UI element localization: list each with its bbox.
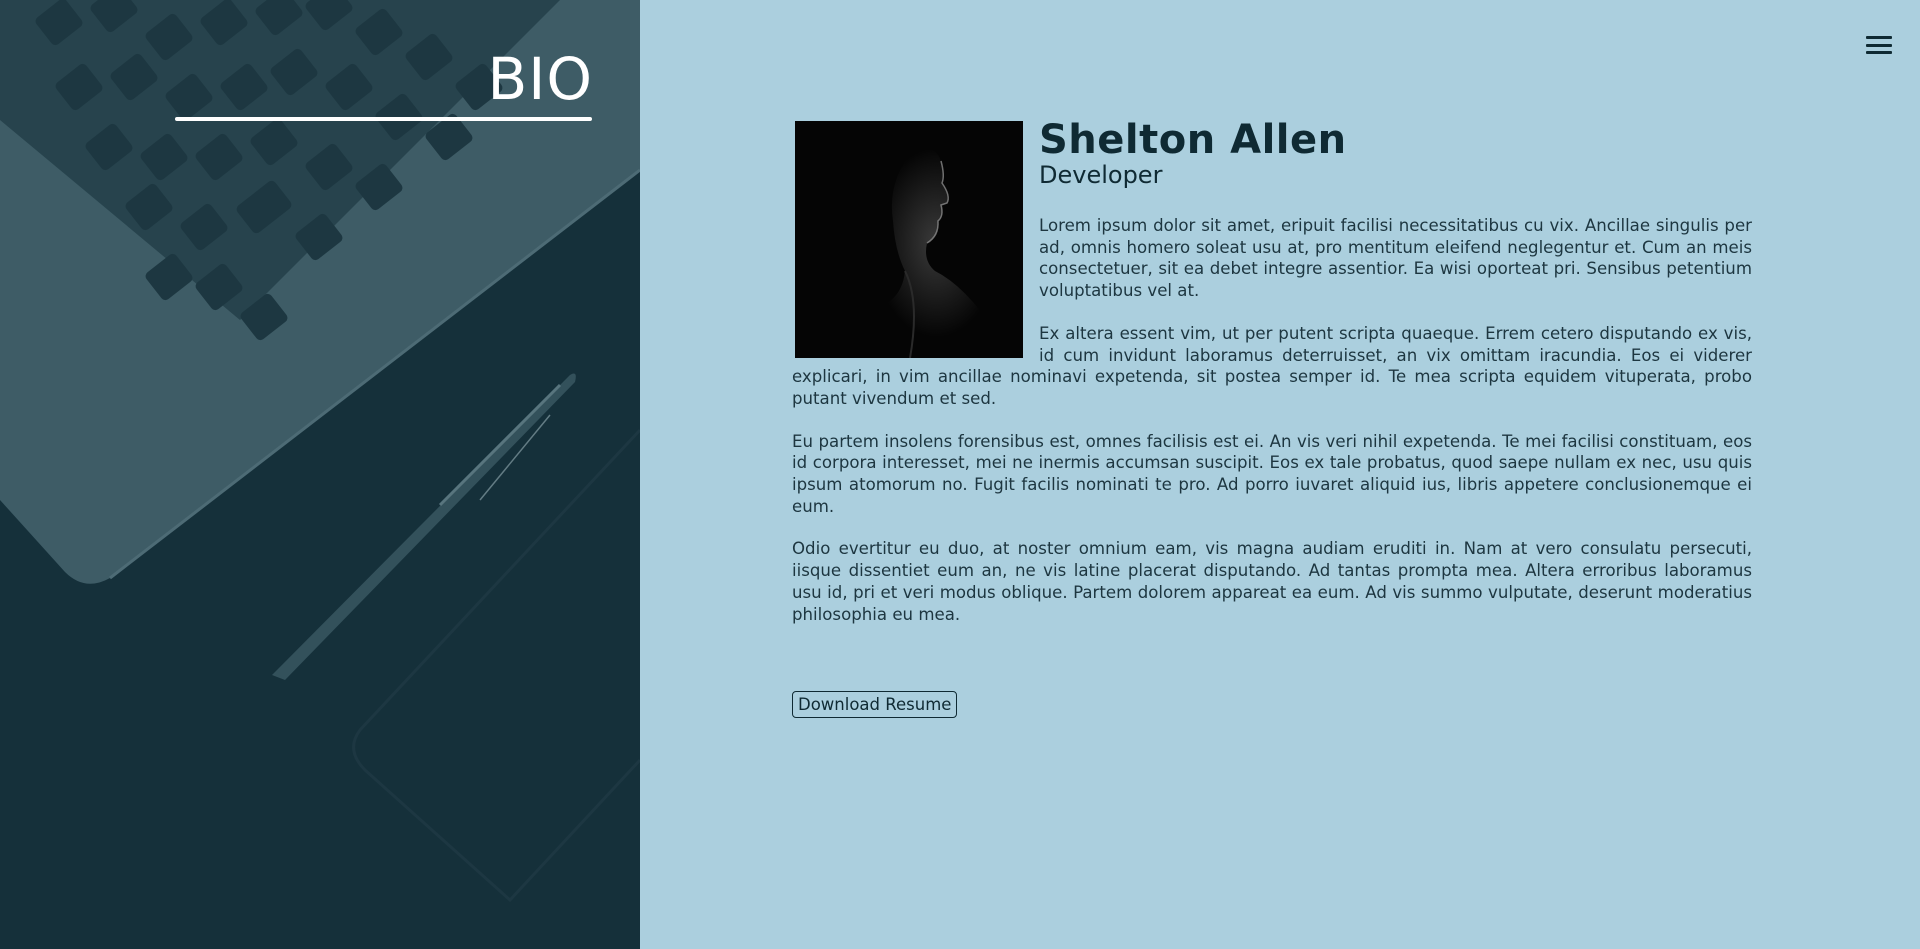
bio-paragraph: Eu partem insolens forensibus est, omnes… <box>792 431 1752 516</box>
profile-photo <box>795 121 1023 358</box>
menu-bar-top <box>1866 36 1892 39</box>
hamburger-menu-icon[interactable] <box>1866 34 1892 56</box>
hero-panel: BIO <box>0 0 640 949</box>
man-profile-silhouette-image <box>795 121 1023 358</box>
bio-paragraph: Odio evertitur eu duo, at noster omnium … <box>792 539 1752 624</box>
download-resume-button[interactable]: Download Resume <box>792 691 958 719</box>
menu-bar-middle <box>1866 43 1892 47</box>
page-title: BIO <box>487 45 593 113</box>
title-underline <box>175 117 592 121</box>
bio-content: Shelton Allen Developer Lorem ipsum dolo… <box>792 117 1752 719</box>
hero-background-image <box>0 0 640 949</box>
menu-bar-bottom <box>1866 51 1892 54</box>
